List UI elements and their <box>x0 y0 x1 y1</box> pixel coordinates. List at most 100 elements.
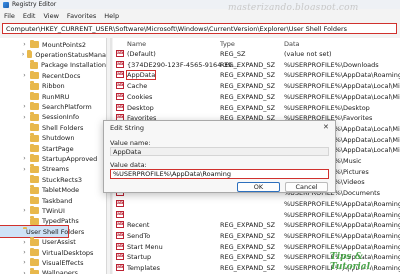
tree-item-label: StartupApproved <box>42 154 98 163</box>
value-row[interactable]: ab Recent REG_EXPAND_SZ %USERPROFILE%\AppDa… <box>113 220 400 231</box>
string-value-icon: ab <box>116 264 124 271</box>
chevron-right-icon[interactable]: › <box>21 166 28 173</box>
tree-item[interactable]: › VisualEffects <box>0 257 106 268</box>
value-name: Startup <box>127 253 152 262</box>
value-name: AppData <box>125 70 157 81</box>
menu-help[interactable]: Help <box>104 12 119 20</box>
value-row[interactable]: ab (Default) REG_SZ (value not set) <box>113 49 400 60</box>
folder-icon <box>27 49 33 59</box>
column-data[interactable]: Data <box>284 40 300 48</box>
tree-item[interactable]: › SearchPlatform <box>0 101 106 112</box>
logo-text: Tips & Tutorial <box>330 252 370 272</box>
close-icon[interactable]: ✕ <box>323 123 329 131</box>
chevron-right-icon[interactable]: › <box>21 114 28 121</box>
folder-icon <box>30 268 39 274</box>
folder-icon <box>30 39 39 48</box>
cancel-button[interactable]: Cancel <box>285 182 328 192</box>
value-data-input[interactable]: %USERPROFILE%\AppData\Roaming <box>110 169 329 179</box>
menu-file[interactable]: File <box>4 12 15 20</box>
tree-item[interactable]: › TWinUI <box>0 205 106 216</box>
value-row[interactable]: ab %USERPROFILE%\AppData\Roaming <box>113 199 400 210</box>
string-value-icon: ab <box>116 60 124 68</box>
value-name-field: AppData <box>110 147 329 156</box>
tree-item[interactable]: RunMRU <box>0 91 106 102</box>
tree-item[interactable]: › VirtualDesktops <box>0 247 106 258</box>
menu-favorites[interactable]: Favorites <box>67 12 96 20</box>
tree-item[interactable]: › UserAssist <box>0 237 106 248</box>
folder-icon <box>30 205 39 215</box>
tree-item[interactable]: StartPage <box>0 143 106 154</box>
chevron-right-icon[interactable]: › <box>21 103 28 110</box>
chevron-right-icon[interactable]: › <box>21 270 28 274</box>
value-row[interactable]: ab Cache REG_EXPAND_SZ %USERPROFILE%\AppDat… <box>113 81 400 92</box>
tree-item-label: Streams <box>42 165 69 174</box>
value-row[interactable]: ab Start Menu REG_EXPAND_SZ %USERPROFILE%\A… <box>113 242 400 253</box>
tree-item[interactable]: › SessionInfo <box>0 112 106 123</box>
address-bar[interactable]: Computer\HKEY_CURRENT_USER\Software\Micr… <box>2 23 397 34</box>
menu-edit[interactable]: Edit <box>23 12 36 20</box>
tree-item[interactable]: › MountPoints2 <box>0 39 106 50</box>
chevron-right-icon[interactable]: › <box>21 207 28 214</box>
address-path: Computer\HKEY_CURRENT_USER\Software\Micr… <box>6 24 348 33</box>
string-value-icon: ab <box>116 242 124 250</box>
tree-item[interactable]: Shutdown <box>0 133 106 144</box>
value-row[interactable]: ab AppData REG_EXPAND_SZ %USERPROFILE%\AppD… <box>113 70 400 81</box>
value-row[interactable]: ab Cookies REG_EXPAND_SZ %USERPROFILE%\AppD… <box>113 92 400 103</box>
value-name-label: Value name: <box>110 139 151 147</box>
string-value-icon: ab <box>116 71 124 79</box>
chevron-right-icon[interactable]: › <box>21 155 28 162</box>
tree-item[interactable]: Ribbon <box>0 81 106 92</box>
tree-item-label: RunMRU <box>42 92 70 101</box>
tree-item[interactable]: › RecentDocs <box>0 70 106 81</box>
tree-item-label: User Shell Folders <box>26 227 85 236</box>
value-name: Desktop <box>127 103 154 112</box>
tree-item[interactable]: StuckRects3 <box>0 174 106 185</box>
folder-icon <box>30 143 39 152</box>
tree-item[interactable]: Taskband <box>0 195 106 206</box>
tree-item-label: SessionInfo <box>42 113 80 122</box>
chevron-right-icon[interactable]: › <box>21 259 28 266</box>
chevron-right-icon[interactable]: › <box>21 239 28 246</box>
value-row[interactable]: ab SendTo REG_EXPAND_SZ %USERPROFILE%\AppDa… <box>113 231 400 242</box>
chevron-right-icon[interactable]: › <box>21 41 28 48</box>
chevron-right-icon[interactable]: › <box>21 72 28 79</box>
value-name: Recent <box>127 221 150 230</box>
tree-item-label: UserAssist <box>42 238 76 247</box>
string-value-icon: ab <box>116 199 124 207</box>
tree-item[interactable]: › OperationStatusMana <box>0 49 106 60</box>
tree-item[interactable]: TypedPaths <box>0 216 106 227</box>
value-name: SendTo <box>127 231 151 240</box>
tree-item[interactable]: Package Installation <box>0 60 106 71</box>
folder-icon <box>30 247 39 256</box>
value-data: %USERPROFILE%\AppData\Roaming <box>284 199 400 208</box>
tree-item[interactable]: User Shell Folders <box>0 225 84 239</box>
column-type[interactable]: Type <box>220 40 235 48</box>
menu-view[interactable]: View <box>43 12 58 20</box>
tree-item[interactable]: TabletMode <box>0 185 106 196</box>
value-data: (value not set) <box>284 50 332 58</box>
menu-bar: File Edit View Favorites Help <box>0 10 400 21</box>
tree-item[interactable]: › Wallpapers <box>0 268 106 274</box>
string-value-icon: ab <box>116 253 124 261</box>
tree-item[interactable]: › StartupApproved <box>0 153 106 164</box>
folder-icon <box>30 81 39 90</box>
string-value-icon: ab <box>116 50 124 57</box>
tree-item-label: TWinUI <box>42 206 65 215</box>
value-row[interactable]: ab {374DE290-123F-4565-9164-39... REG_EXPA… <box>113 60 400 71</box>
tree-item[interactable]: › Streams <box>0 164 106 175</box>
column-name[interactable]: Name <box>127 40 146 48</box>
string-value-icon: ab <box>116 92 124 100</box>
value-name: Cache <box>127 82 148 91</box>
folder-icon <box>30 237 39 246</box>
value-row[interactable]: ab %USERPROFILE%\AppData\Roaming <box>113 210 400 221</box>
folder-icon <box>30 101 39 111</box>
value-type: REG_EXPAND_SZ <box>220 253 276 262</box>
ok-button[interactable]: OK <box>237 182 280 192</box>
chevron-right-icon[interactable]: › <box>21 51 25 58</box>
chevron-right-icon[interactable]: › <box>21 249 28 256</box>
folder-icon <box>29 60 38 69</box>
tree-item-label: Ribbon <box>42 82 65 91</box>
tree-item[interactable]: Shell Folders <box>0 122 106 133</box>
value-data-label: Value data: <box>110 161 147 169</box>
value-row[interactable]: ab Desktop REG_EXPAND_SZ %USERPROFILE%\Desk… <box>113 103 400 114</box>
